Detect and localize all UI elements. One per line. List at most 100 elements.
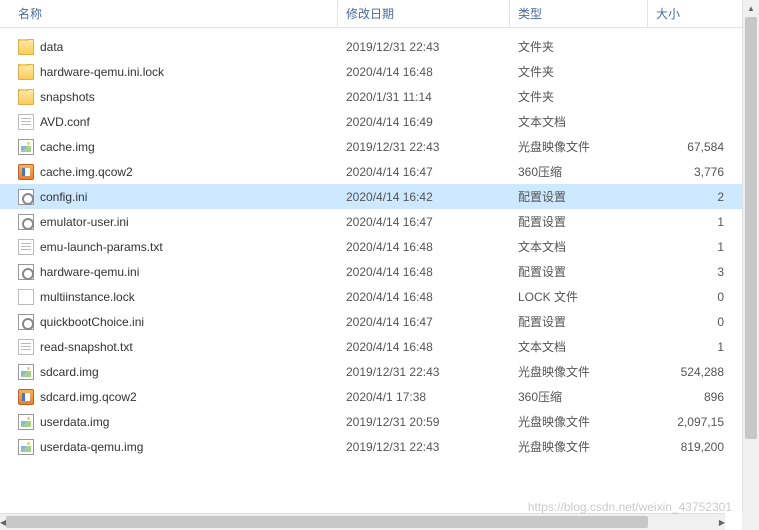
file-date: 2020/4/14 16:48 (338, 340, 510, 354)
file-row[interactable]: cache.img.qcow22020/4/14 16:47360压缩3,776 (0, 159, 742, 184)
file-date: 2020/4/14 16:42 (338, 190, 510, 204)
watermark: https://blog.csdn.net/weixin_43752301 (528, 500, 732, 514)
file-date: 2019/12/31 22:43 (338, 40, 510, 54)
ini-icon (18, 314, 34, 330)
file-name: config.ini (40, 190, 87, 204)
file-type: 文件夹 (510, 38, 648, 55)
file-row[interactable]: read-snapshot.txt2020/4/14 16:48文本文档1 (0, 334, 742, 359)
file-name: emu-launch-params.txt (40, 240, 163, 254)
file-row[interactable]: quickbootChoice.ini 2020/4/14 16:47配置设置0 (0, 309, 742, 334)
file-size: 67,584 (648, 140, 742, 154)
scroll-up-icon[interactable]: ▲ (743, 0, 759, 17)
file-date: 2020/4/14 16:48 (338, 290, 510, 304)
vertical-scrollbar[interactable]: ▲ ▼ (742, 0, 759, 530)
file-date: 2019/12/31 22:43 (338, 365, 510, 379)
file-type: 360压缩 (510, 388, 648, 405)
qcow-icon (18, 389, 34, 405)
file-type: 光盘映像文件 (510, 363, 648, 380)
file-type: 文本文档 (510, 238, 648, 255)
ini-icon (18, 214, 34, 230)
file-size: 2,097,15 (648, 415, 742, 429)
file-size: 1 (648, 240, 742, 254)
img-icon (18, 139, 34, 155)
file-name: AVD.conf (40, 115, 90, 129)
folder-icon (18, 39, 34, 55)
file-date: 2020/4/14 16:48 (338, 240, 510, 254)
file-name: snapshots (40, 90, 95, 104)
file-size: 3,776 (648, 165, 742, 179)
file-date: 2019/12/31 22:43 (338, 140, 510, 154)
file-name: quickbootChoice.ini (40, 315, 144, 329)
file-row[interactable]: config.ini 2020/4/14 16:42配置设置2 (0, 184, 742, 209)
file-row[interactable]: sdcard.img.qcow22020/4/1 17:38360压缩896 (0, 384, 742, 409)
file-type: 配置设置 (510, 188, 648, 205)
column-header-row: 名称 修改日期 类型 大小 (0, 0, 742, 28)
file-row[interactable]: snapshots2020/1/31 11:14文件夹 (0, 84, 742, 109)
file-size: 0 (648, 290, 742, 304)
file-size: 896 (648, 390, 742, 404)
file-name: cache.img (40, 140, 95, 154)
txt-icon (18, 114, 34, 130)
file-name: emulator-user.ini (40, 215, 129, 229)
file-name: userdata-qemu.img (40, 440, 143, 454)
folder-icon (18, 64, 34, 80)
column-header-date[interactable]: 修改日期 (338, 0, 510, 27)
column-header-size[interactable]: 大小 (648, 0, 742, 27)
txt-icon (18, 339, 34, 355)
folder-icon (18, 89, 34, 105)
file-row[interactable]: data2019/12/31 22:43文件夹 (0, 34, 742, 59)
file-type: LOCK 文件 (510, 288, 648, 305)
file-name: multiinstance.lock (40, 290, 135, 304)
file-row[interactable]: hardware-qemu.ini.lock2020/4/14 16:48文件夹 (0, 59, 742, 84)
file-row[interactable]: userdata-qemu.img 2019/12/31 22:43光盘映像文件8… (0, 434, 742, 459)
file-size: 1 (648, 340, 742, 354)
horizontal-scrollbar[interactable]: ◀ ▶ (0, 513, 725, 530)
file-type: 文件夹 (510, 63, 648, 80)
scroll-right-icon[interactable]: ▶ (719, 514, 725, 530)
file-date: 2020/1/31 11:14 (338, 90, 510, 104)
file-row[interactable]: emulator-user.ini 2020/4/14 16:47配置设置1 (0, 209, 742, 234)
file-date: 2020/4/14 16:48 (338, 65, 510, 79)
scrollbar-corner (742, 513, 759, 530)
ini-icon (18, 264, 34, 280)
file-type: 配置设置 (510, 213, 648, 230)
file-type: 光盘映像文件 (510, 438, 648, 455)
file-row[interactable]: userdata.img 2019/12/31 20:59光盘映像文件2,097,… (0, 409, 742, 434)
file-size: 2 (648, 190, 742, 204)
file-list: data2019/12/31 22:43文件夹hardware-qemu.ini… (0, 28, 742, 459)
file-date: 2020/4/14 16:48 (338, 265, 510, 279)
file-row[interactable]: emu-launch-params.txt 2020/4/14 16:48文本文档… (0, 234, 742, 259)
qcow-icon (18, 164, 34, 180)
file-row[interactable]: cache.img2019/12/31 22:43光盘映像文件67,584 (0, 134, 742, 159)
file-size: 1 (648, 215, 742, 229)
file-size: 3 (648, 265, 742, 279)
file-date: 2020/4/14 16:47 (338, 215, 510, 229)
file-name: cache.img.qcow2 (40, 165, 133, 179)
file-row[interactable]: hardware-qemu.ini2020/4/14 16:48配置设置3 (0, 259, 742, 284)
file-date: 2020/4/1 17:38 (338, 390, 510, 404)
file-size: 0 (648, 315, 742, 329)
file-row[interactable]: multiinstance.lock 2020/4/14 16:48LOCK 文件… (0, 284, 742, 309)
vertical-scroll-thumb[interactable] (745, 17, 757, 439)
file-date: 2020/4/14 16:49 (338, 115, 510, 129)
img-icon (18, 439, 34, 455)
file-date: 2020/4/14 16:47 (338, 315, 510, 329)
file-name: sdcard.img (40, 365, 99, 379)
file-size: 819,200 (648, 440, 742, 454)
file-row[interactable]: AVD.conf 2020/4/14 16:49文本文档 (0, 109, 742, 134)
file-type: 配置设置 (510, 313, 648, 330)
file-row[interactable]: sdcard.img2019/12/31 22:43光盘映像文件524,288 (0, 359, 742, 384)
file-date: 2019/12/31 22:43 (338, 440, 510, 454)
file-name: hardware-qemu.ini (40, 265, 139, 279)
horizontal-scroll-thumb[interactable] (6, 516, 647, 528)
txt-icon (18, 239, 34, 255)
ini-icon (18, 189, 34, 205)
column-header-name[interactable]: 名称 (0, 0, 338, 27)
file-date: 2019/12/31 20:59 (338, 415, 510, 429)
file-name: userdata.img (40, 415, 109, 429)
column-header-type[interactable]: 类型 (510, 0, 648, 27)
file-type: 文本文档 (510, 113, 648, 130)
file-type: 360压缩 (510, 163, 648, 180)
file-type: 光盘映像文件 (510, 413, 648, 430)
file-type: 文本文档 (510, 338, 648, 355)
